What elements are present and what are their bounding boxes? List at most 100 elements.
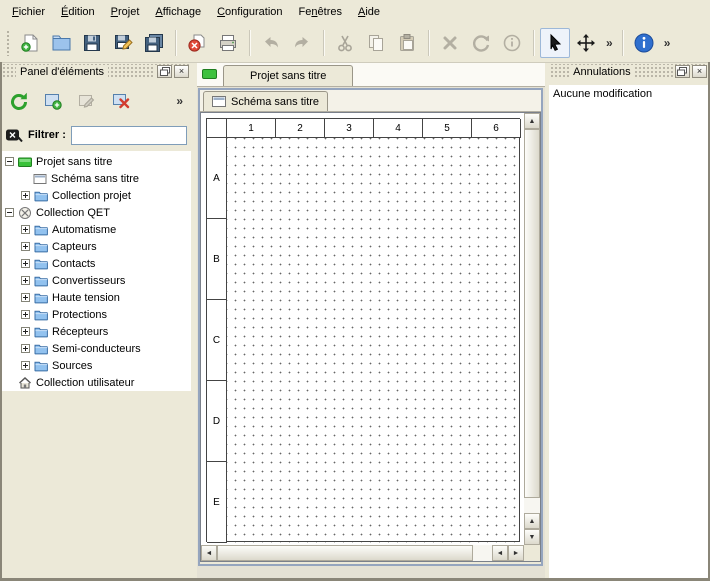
- project-tab[interactable]: Projet sans titre: [223, 65, 353, 86]
- redo-button[interactable]: [287, 28, 317, 58]
- tree-item-label: Semi-conducteurs: [52, 343, 141, 355]
- new-element-button[interactable]: [38, 86, 68, 116]
- select-tool-button[interactable]: [540, 28, 570, 58]
- panel-toolbar-overflow-button[interactable]: »: [172, 94, 187, 108]
- project-tabbar: Projet sans titre: [197, 63, 545, 87]
- expand-icon[interactable]: [21, 225, 30, 234]
- save-button[interactable]: [77, 28, 107, 58]
- vertical-scrollbar[interactable]: ▲ ▲ ▼: [524, 113, 540, 545]
- tree-item-contacts[interactable]: Contacts: [1, 255, 191, 272]
- collapse-icon[interactable]: [5, 157, 14, 166]
- tree-item-sources[interactable]: Sources: [1, 357, 191, 374]
- undo-panel-header[interactable]: Annulations ×: [550, 64, 707, 79]
- expand-icon[interactable]: [21, 344, 30, 353]
- filter-input[interactable]: [71, 126, 187, 145]
- help-overflow-button[interactable]: »: [660, 36, 675, 50]
- folder-icon: [34, 308, 48, 322]
- project-icon: [18, 155, 32, 169]
- menu-aide[interactable]: Aide: [350, 2, 388, 22]
- tree-item-schema-sans-titre[interactable]: Schéma sans titre: [1, 170, 191, 187]
- menu-configuration[interactable]: Configuration: [209, 2, 290, 22]
- toolbar-separator: [175, 30, 177, 56]
- paper-corner: [207, 119, 227, 138]
- scroll-up-button[interactable]: ▲: [524, 113, 540, 129]
- tree-item-label: Collection utilisateur: [36, 377, 134, 389]
- toolbar-grip[interactable]: [6, 30, 11, 56]
- expand-icon[interactable]: [21, 361, 30, 370]
- row-header: D: [207, 381, 227, 462]
- expand-icon[interactable]: [21, 242, 30, 251]
- expand-icon[interactable]: [21, 276, 30, 285]
- tree-item-label: Collection projet: [52, 190, 131, 202]
- undo-history-list[interactable]: Aucune modification: [549, 85, 709, 581]
- project-tab-label: Projet sans titre: [250, 70, 326, 82]
- float-panel-button[interactable]: [157, 65, 172, 78]
- edit-element-button[interactable]: [72, 86, 102, 116]
- tree-item-capteurs[interactable]: Capteurs: [1, 238, 191, 255]
- menu-edition[interactable]: Édition: [53, 2, 103, 22]
- save-all-button[interactable]: [139, 28, 169, 58]
- tree-item-recepteurs[interactable]: Récepteurs: [1, 323, 191, 340]
- tree-item-collection-qet[interactable]: Collection QET: [1, 204, 191, 221]
- print-button[interactable]: [213, 28, 243, 58]
- close-panel-button[interactable]: ×: [174, 65, 189, 78]
- elements-panel-header[interactable]: Panel d'éléments ×: [2, 64, 189, 79]
- schema-tab[interactable]: Schéma sans titre: [203, 91, 328, 111]
- expand-icon[interactable]: [21, 259, 30, 268]
- tree-item-protections[interactable]: Protections: [1, 306, 191, 323]
- menu-projet[interactable]: Projet: [103, 2, 148, 22]
- about-button[interactable]: [629, 28, 659, 58]
- expand-icon[interactable]: [21, 191, 30, 200]
- tree-item-collection-utilisateur[interactable]: Collection utilisateur: [1, 374, 191, 391]
- expand-icon[interactable]: [21, 293, 30, 302]
- close-panel-button[interactable]: ×: [692, 65, 707, 78]
- open-project-button[interactable]: [46, 28, 76, 58]
- save-as-button[interactable]: [108, 28, 138, 58]
- tree-item-haute-tension[interactable]: Haute tension: [1, 289, 191, 306]
- scroll-left-button-2[interactable]: ◄: [492, 545, 508, 561]
- menu-fichier[interactable]: Fichier: [4, 2, 53, 22]
- paste-button[interactable]: [392, 28, 422, 58]
- tree-item-automatisme[interactable]: Automatisme: [1, 221, 191, 238]
- vertical-scroll-thumb[interactable]: [524, 129, 540, 498]
- redo-icon: [291, 32, 313, 54]
- horizontal-scrollbar[interactable]: ◄ ◄ ►: [201, 545, 524, 561]
- close-file-button[interactable]: [182, 28, 212, 58]
- clear-filter-icon[interactable]: [5, 128, 23, 143]
- filter-label: Filtrer :: [28, 129, 66, 141]
- menu-fenetres[interactable]: Fenêtres: [291, 2, 350, 22]
- scroll-down-button[interactable]: ▼: [524, 529, 540, 545]
- cut-button[interactable]: [330, 28, 360, 58]
- expand-icon[interactable]: [21, 327, 30, 336]
- tree-item-collection-projet[interactable]: Collection projet: [1, 187, 191, 204]
- tools-overflow-button[interactable]: »: [602, 36, 617, 50]
- undo-button[interactable]: [256, 28, 286, 58]
- folder-icon: [34, 291, 48, 305]
- new-document-icon: [19, 32, 41, 54]
- horizontal-scroll-track[interactable]: [217, 545, 492, 561]
- tree-item-semi-conducteurs[interactable]: Semi-conducteurs: [1, 340, 191, 357]
- horizontal-scroll-thumb[interactable]: [217, 545, 473, 561]
- element-info-button[interactable]: [497, 28, 527, 58]
- vertical-scroll-track[interactable]: [524, 129, 540, 513]
- tree-item-label: Récepteurs: [52, 326, 108, 338]
- menu-affichage[interactable]: Affichage: [147, 2, 209, 22]
- collapse-icon[interactable]: [5, 208, 14, 217]
- reload-collections-button[interactable]: [4, 86, 34, 116]
- tree-item-projet-sans-titre[interactable]: Projet sans titre: [1, 153, 191, 170]
- scroll-right-button[interactable]: ►: [508, 545, 524, 561]
- elements-panel-title: Panel d'éléments: [16, 66, 108, 78]
- dot-grid[interactable]: [227, 138, 521, 543]
- expand-icon[interactable]: [21, 310, 30, 319]
- diagram-canvas[interactable]: 1 2 3 4 5 6 A B C D E: [201, 113, 524, 545]
- delete-element-button[interactable]: [106, 86, 136, 116]
- new-project-button[interactable]: [15, 28, 45, 58]
- copy-button[interactable]: [361, 28, 391, 58]
- rotate-button[interactable]: [466, 28, 496, 58]
- move-tool-button[interactable]: [571, 28, 601, 58]
- scroll-left-button[interactable]: ◄: [201, 545, 217, 561]
- scroll-up-button-2[interactable]: ▲: [524, 513, 540, 529]
- tree-item-convertisseurs[interactable]: Convertisseurs: [1, 272, 191, 289]
- delete-button[interactable]: [435, 28, 465, 58]
- float-panel-button[interactable]: [675, 65, 690, 78]
